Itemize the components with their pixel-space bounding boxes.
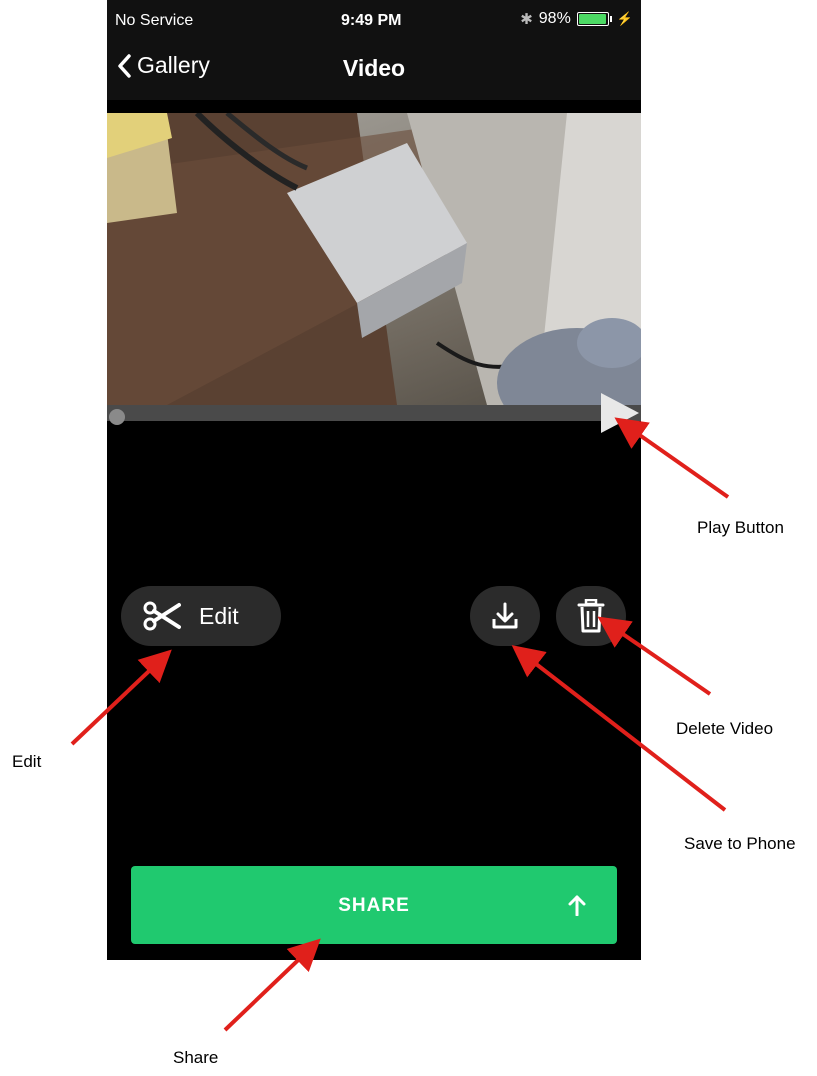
phone-screen: No Service 9:49 PM ✱ 98% ⚡ Gallery Video bbox=[107, 0, 641, 960]
nav-bar: Gallery Video bbox=[107, 40, 641, 100]
battery-icon bbox=[576, 12, 612, 26]
annotation-delete-video: Delete Video bbox=[676, 719, 774, 738]
bolt-icon: ⚡ bbox=[616, 11, 633, 26]
annotation-play-button: Play Button bbox=[697, 518, 784, 537]
bluetooth-icon: ✱ bbox=[520, 11, 533, 28]
download-icon bbox=[492, 602, 518, 629]
annotation-share: Share bbox=[173, 1048, 219, 1067]
annotation-edit: Edit bbox=[12, 752, 42, 771]
video-scrubber bbox=[107, 405, 641, 421]
status-bar: No Service 9:49 PM ✱ 98% ⚡ bbox=[107, 0, 641, 40]
edit-label: Edit bbox=[199, 602, 239, 629]
edit-button[interactable]: Edit bbox=[121, 586, 281, 646]
scrubber-track[interactable] bbox=[107, 405, 641, 421]
scissors-icon bbox=[143, 601, 181, 631]
share-label: SHARE bbox=[338, 895, 410, 916]
scrubber-knob[interactable] bbox=[109, 409, 125, 425]
battery-tip bbox=[609, 16, 612, 22]
arrow-up-icon bbox=[568, 895, 586, 916]
clock: 9:49 PM bbox=[341, 12, 402, 29]
battery-fill bbox=[578, 14, 606, 24]
video-player[interactable] bbox=[107, 113, 641, 405]
battery-percent: 98% bbox=[538, 10, 571, 27]
carrier-label: No Service bbox=[115, 12, 194, 29]
video-frame-image bbox=[107, 113, 641, 405]
save-to-phone-button[interactable] bbox=[470, 586, 540, 646]
annotation-save-to-phone: Save to Phone bbox=[684, 834, 796, 853]
trash-icon bbox=[577, 599, 605, 633]
share-button[interactable]: SHARE bbox=[131, 866, 617, 944]
status-right: ✱ 98% ⚡ bbox=[520, 10, 633, 28]
delete-video-button[interactable] bbox=[556, 586, 626, 646]
play-icon[interactable] bbox=[601, 393, 639, 433]
page-title: Video bbox=[342, 55, 406, 81]
